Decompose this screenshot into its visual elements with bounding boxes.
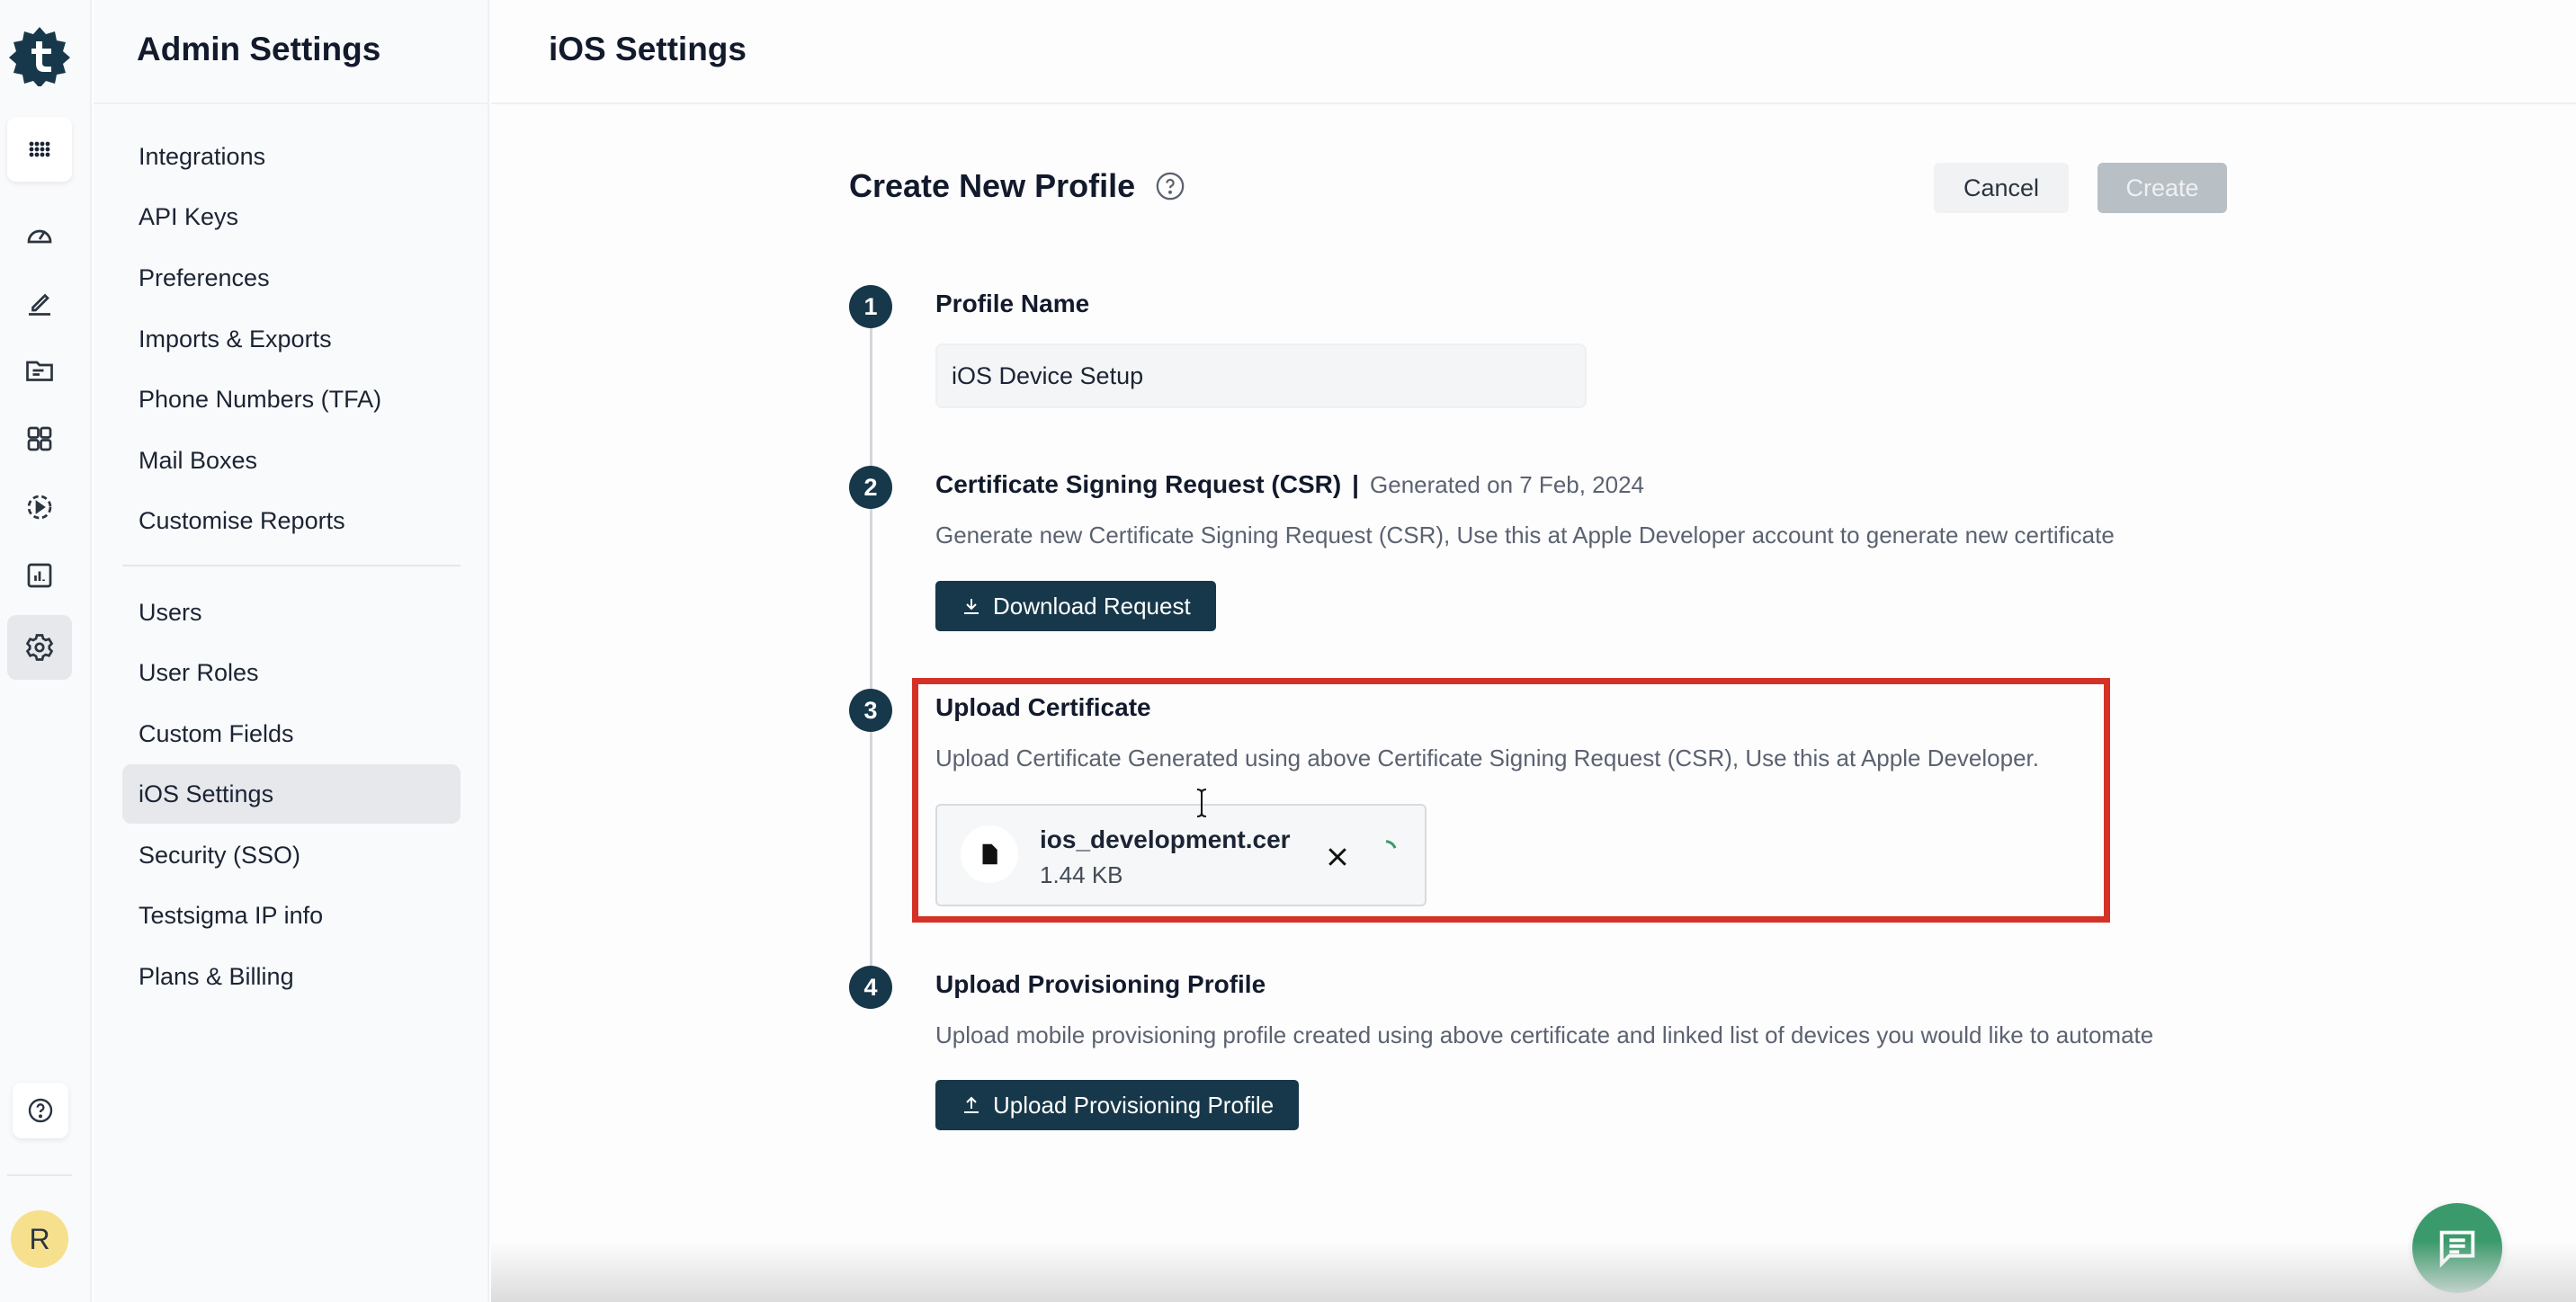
edit-pencil-icon [29, 293, 50, 316]
user-avatar[interactable]: R [11, 1210, 68, 1268]
reports-button[interactable] [7, 543, 72, 608]
step-2-title: Certificate Signing Request (CSR) | Genera… [935, 470, 1644, 499]
apps-button[interactable] [7, 117, 72, 182]
runs-button[interactable] [7, 475, 72, 540]
file-size: 1.44 KB [1040, 861, 1123, 888]
step-1-title: Profile Name [935, 290, 1090, 317]
remove-file-icon[interactable] [1324, 843, 1351, 870]
testsigma-logo[interactable] [9, 25, 70, 86]
step-3-badge: 3 [849, 689, 892, 732]
download-request-label: Download Request [993, 592, 1191, 620]
step-3-description: Upload Certificate Generated using above… [935, 745, 2039, 771]
help-button[interactable] [13, 1083, 68, 1138]
chat-message-icon [2439, 1230, 2475, 1269]
download-icon [964, 599, 979, 614]
page-header: iOS Settings [491, 0, 2576, 104]
step-2-description: Generate new Certificate Signing Request… [935, 522, 2115, 548]
upload-icon [964, 1096, 979, 1113]
settings-button[interactable] [7, 615, 72, 680]
nav-item-user-roles[interactable]: User Roles [122, 643, 461, 702]
test-cases-button[interactable] [7, 338, 72, 403]
download-request-button[interactable]: Download Request [935, 581, 1216, 631]
nav-item-imports-exports[interactable]: Imports & Exports [122, 309, 461, 369]
apps-grid-icon [29, 141, 50, 157]
help-circle-icon [28, 1098, 53, 1123]
create-button[interactable]: Create [2097, 163, 2227, 213]
nav-item-phone-numbers[interactable]: Phone Numbers (TFA) [122, 370, 461, 429]
step-3-title: Upload Certificate [935, 693, 1151, 721]
upload-provisioning-profile-label: Upload Provisioning Profile [993, 1091, 1275, 1119]
create-button[interactable] [7, 270, 72, 334]
file-name: ios_development.cer [1040, 825, 1291, 853]
upload-spinner-icon [1385, 840, 1397, 849]
folder-icon [26, 361, 53, 381]
test-data-button[interactable] [7, 406, 72, 471]
file-icon-wrapper [961, 825, 1018, 883]
file-icon [982, 843, 997, 865]
step-4-title: Upload Provisioning Profile [935, 970, 1266, 998]
cancel-button[interactable]: Cancel [1934, 163, 2069, 213]
step-1-badge: 1 [849, 285, 892, 328]
nav-item-security-sso[interactable]: Security (SSO) [122, 825, 461, 885]
step-4-description: Upload mobile provisioning profile creat… [935, 1021, 2154, 1048]
step-4-badge: 4 [849, 966, 892, 1009]
nav-item-preferences[interactable]: Preferences [122, 248, 461, 308]
help-circle-icon[interactable] [1155, 171, 1185, 201]
settings-gear-icon [25, 634, 54, 661]
run-play-icon [27, 495, 52, 520]
nav-item-api-keys[interactable]: API Keys [122, 187, 461, 246]
nav-item-customise-reports[interactable]: Customise Reports [122, 491, 461, 550]
title-separator: | [1352, 470, 1360, 498]
step-2-badge: 2 [849, 466, 892, 509]
nav-item-integrations[interactable]: Integrations [122, 127, 461, 186]
grid-blocks-icon [27, 426, 52, 451]
bottom-shadow [491, 1241, 2576, 1302]
nav-item-plans-billing[interactable]: Plans & Billing [122, 947, 461, 1006]
rail-divider [7, 1174, 72, 1176]
text-cursor-icon [1196, 789, 1207, 817]
nav-title: Admin Settings [137, 31, 381, 67]
csr-generated-date: Generated on 7 Feb, 2024 [1370, 471, 1645, 498]
uploaded-file-card: ios_development.cer 1.44 KB [935, 804, 1427, 906]
icon-rail: R [0, 0, 92, 1302]
dashboard-button[interactable] [7, 201, 72, 266]
nav-group-divider [122, 565, 461, 566]
nav-item-ip-info[interactable]: Testsigma IP info [122, 886, 461, 945]
nav-item-mail-boxes[interactable]: Mail Boxes [122, 431, 461, 490]
profile-name-input[interactable] [935, 343, 1587, 408]
upload-provisioning-profile-button[interactable]: Upload Provisioning Profile [935, 1080, 1300, 1130]
step-2-title-text: Certificate Signing Request (CSR) [935, 470, 1342, 498]
reports-chart-icon [27, 563, 52, 588]
settings-nav: Admin Settings Integrations API Keys Pre… [94, 0, 489, 1302]
chat-button[interactable] [2412, 1203, 2502, 1293]
page-title: iOS Settings [549, 31, 747, 67]
dashboard-gauge-icon [27, 229, 52, 244]
nav-header-divider [94, 103, 489, 104]
nav-item-custom-fields[interactable]: Custom Fields [122, 704, 461, 763]
form-title-text: Create New Profile [849, 167, 1136, 204]
nav-item-users[interactable]: Users [122, 583, 461, 642]
nav-item-ios-settings[interactable]: iOS Settings [122, 764, 461, 824]
form-title: Create New Profile [849, 167, 1185, 205]
steps-timeline [870, 326, 872, 991]
